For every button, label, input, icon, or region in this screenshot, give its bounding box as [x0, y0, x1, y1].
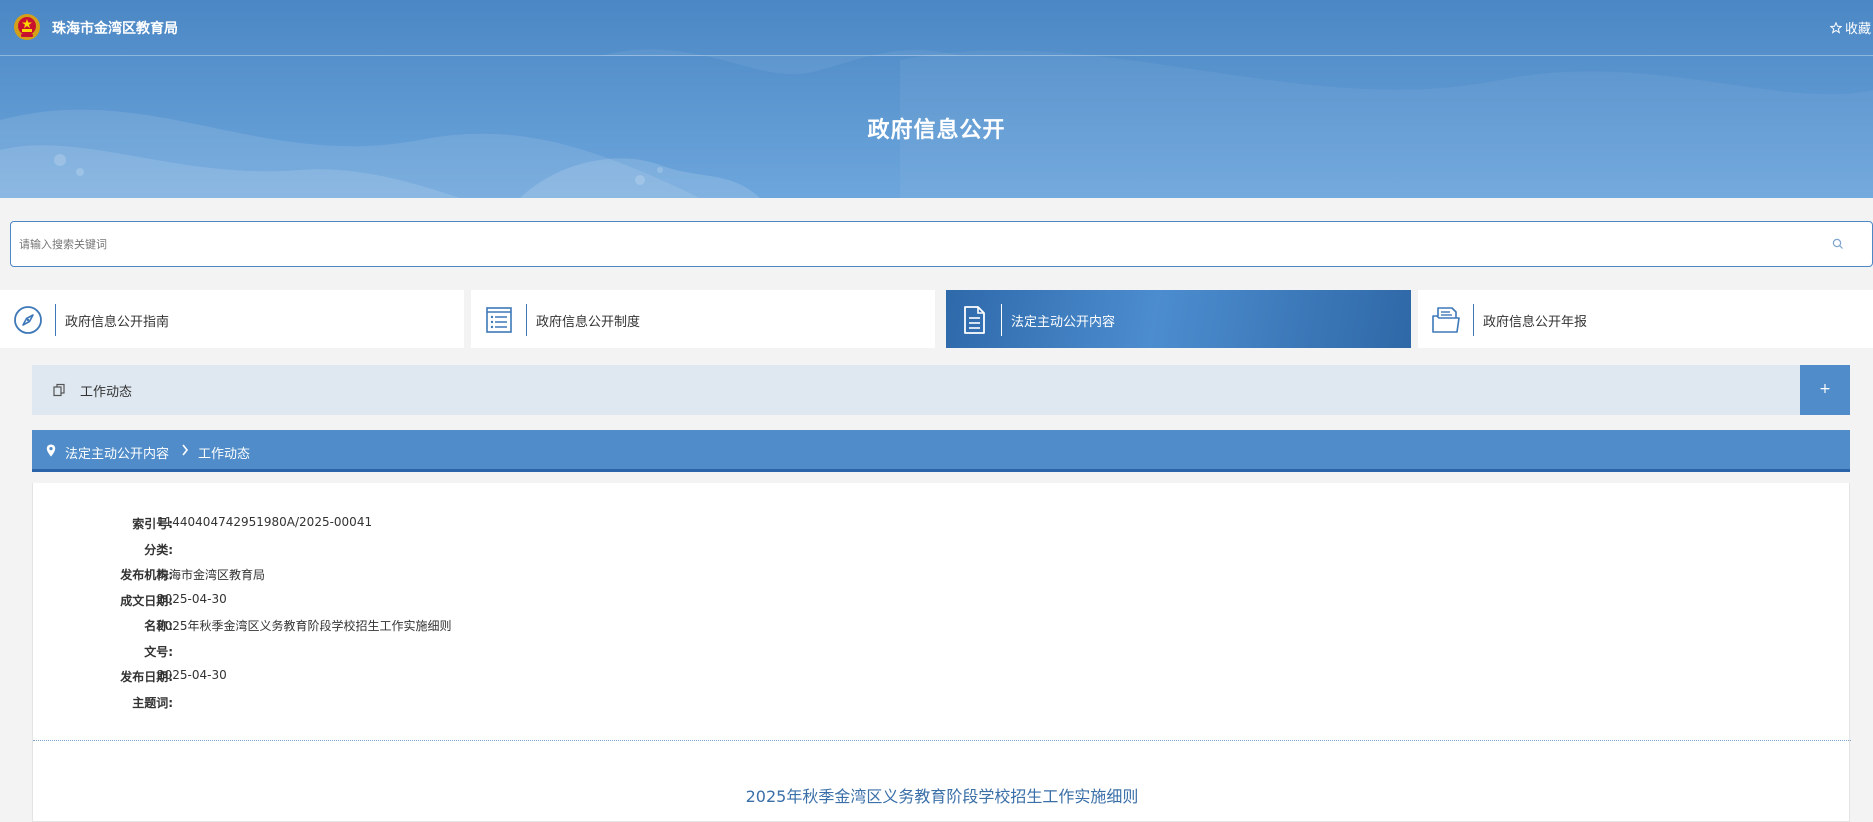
- header-banner: 珠海市金湾区教育局 收藏 政府信息公开: [0, 0, 1873, 198]
- document-content: 索引号: 11440404742951980A/2025-00041 分类: 发…: [32, 483, 1851, 822]
- breadcrumb-item-statutory[interactable]: 法定主动公开内容: [65, 443, 169, 462]
- chevron-right-icon: [182, 444, 189, 456]
- meta-row: 主题词:: [33, 694, 833, 714]
- tab-separator: [1473, 304, 1474, 336]
- search-input[interactable]: [19, 222, 1819, 266]
- breadcrumb: 法定主动公开内容 工作动态: [32, 430, 1850, 472]
- tab-separator: [526, 304, 527, 336]
- banner-title: 政府信息公开: [867, 118, 1006, 143]
- tab-system[interactable]: 政府信息公开制度: [471, 290, 935, 348]
- category-tabs: 政府信息公开指南 政府信息公开制度 法定主动公开内容 政府信息公开年报: [0, 290, 1873, 348]
- meta-value: 11440404742951980A/2025-00041: [157, 515, 373, 529]
- meta-value: 2025-04-30: [157, 592, 227, 606]
- site-name[interactable]: 珠海市金湾区教育局: [52, 18, 178, 38]
- tab-guide[interactable]: 政府信息公开指南: [0, 290, 464, 348]
- favorite-label: 收藏: [1844, 22, 1871, 37]
- meta-value: 珠海市金湾区教育局: [157, 568, 266, 582]
- meta-row: 名称: 2025年秋季金湾区义务教育阶段学校招生工作实施细则: [33, 617, 833, 637]
- meta-value: 2025-04-30: [157, 668, 227, 682]
- section-title: 工作动态: [80, 385, 133, 400]
- location-pin-icon: [46, 444, 56, 457]
- meta-key: 分类:: [144, 543, 173, 557]
- search-icon[interactable]: [1832, 238, 1844, 250]
- top-bar: 珠海市金湾区教育局 收藏: [0, 0, 1873, 56]
- tab-annual-report[interactable]: 政府信息公开年报: [1418, 290, 1873, 348]
- meta-row: 分类:: [33, 541, 833, 561]
- folder-icon: [1432, 307, 1460, 333]
- favorite-button[interactable]: 收藏: [1829, 18, 1871, 37]
- meta-value: 2025年秋季金湾区义务教育阶段学校招生工作实施细则: [157, 619, 452, 633]
- tab-separator: [1001, 304, 1002, 336]
- tab-separator: [55, 304, 56, 336]
- copy-icon: [53, 383, 65, 397]
- content-divider: [33, 740, 1851, 741]
- meta-row: 成文日期: 2025-04-30: [33, 592, 833, 612]
- expand-button[interactable]: +: [1800, 365, 1850, 415]
- national-emblem-icon: [14, 14, 40, 40]
- meta-row: 索引号: 11440404742951980A/2025-00041: [33, 515, 833, 535]
- meta-row: 发布日期: 2025-04-30: [33, 668, 833, 688]
- tab-label: 政府信息公开制度: [536, 315, 641, 330]
- tab-label: 政府信息公开指南: [65, 315, 170, 330]
- meta-key: 主题词:: [132, 696, 173, 710]
- meta-key: 文号:: [144, 645, 173, 659]
- list-icon: [486, 307, 512, 333]
- tab-statutory-content[interactable]: 法定主动公开内容: [946, 290, 1411, 348]
- star-icon: [1829, 21, 1842, 34]
- document-title: 2025年秋季金湾区义务教育阶段学校招生工作实施细则: [745, 787, 1139, 806]
- meta-row: 发布机构: 珠海市金湾区教育局: [33, 566, 833, 586]
- tab-label: 政府信息公开年报: [1483, 315, 1588, 330]
- search-box: [10, 221, 1873, 267]
- tab-label: 法定主动公开内容: [1011, 315, 1116, 330]
- compass-icon: [14, 306, 42, 334]
- section-header: 工作动态 +: [32, 365, 1850, 415]
- meta-row: 文号:: [33, 643, 833, 663]
- document-icon: [964, 306, 985, 334]
- breadcrumb-item-work-news[interactable]: 工作动态: [198, 443, 250, 462]
